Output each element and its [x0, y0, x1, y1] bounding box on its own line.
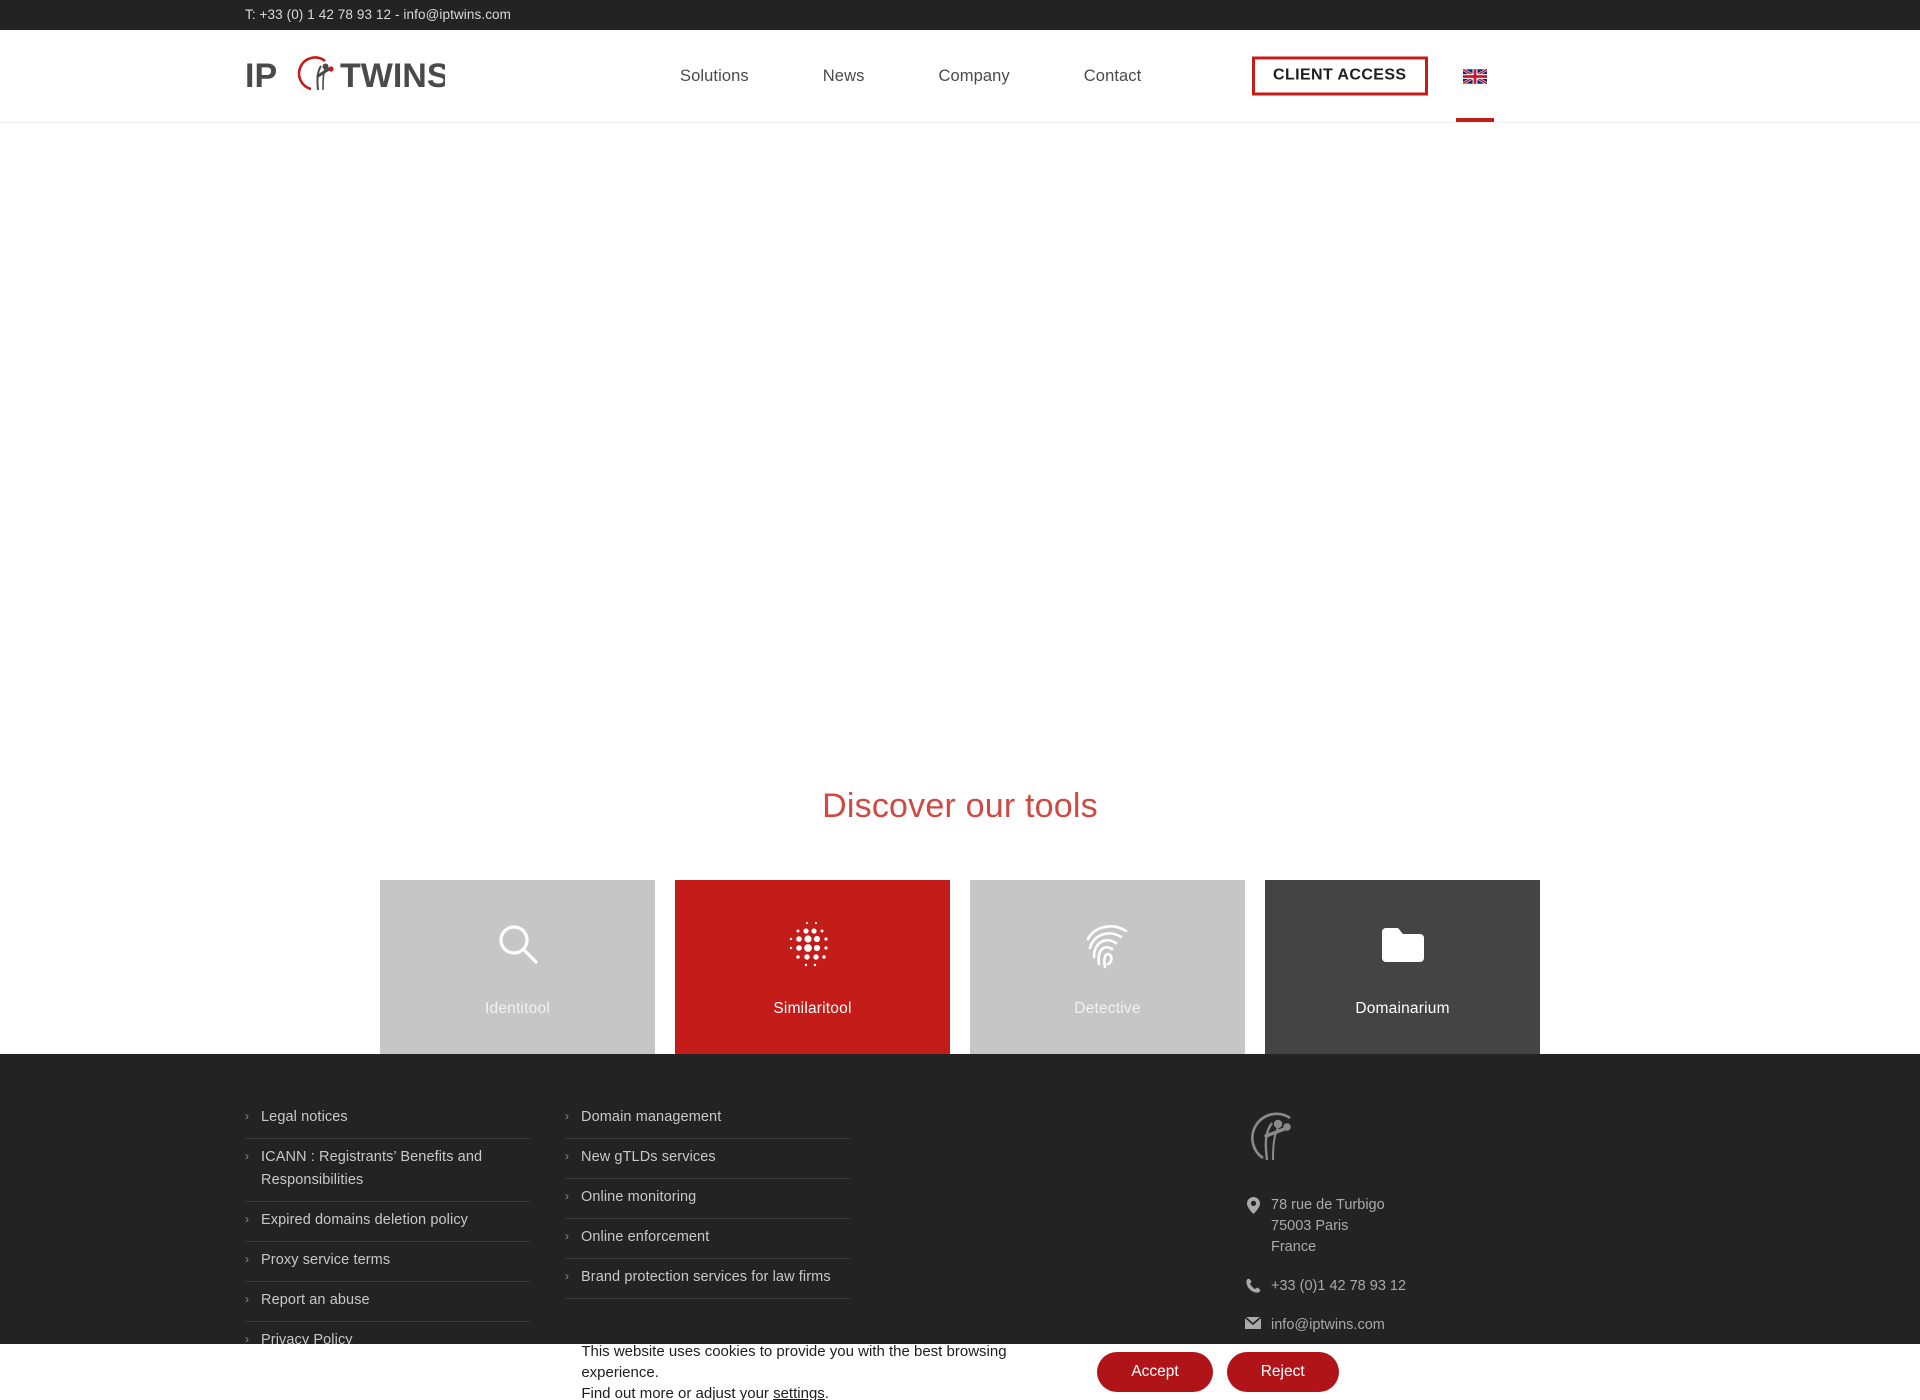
location-pin-icon [1243, 1195, 1263, 1214]
folder-icon [1378, 916, 1428, 974]
chevron-right-icon: › [565, 1229, 569, 1243]
footer-email[interactable]: info@iptwins.com [1243, 1315, 1573, 1336]
footer-link-new-gtlds-services[interactable]: › New gTLDs services [565, 1139, 850, 1179]
address-line-2: 75003 Paris [1271, 1218, 1349, 1234]
site-footer: › Legal notices › ICANN : Registrants’ B… [0, 1054, 1920, 1362]
cookie-consent-banner: This website uses cookies to provide you… [0, 1341, 1920, 1400]
site-logo[interactable]: IP TWINS [245, 30, 445, 122]
tool-label: Detective [1074, 1000, 1141, 1017]
footer-link-label: Proxy service terms [261, 1252, 391, 1268]
nav-item-company[interactable]: Company [938, 67, 1009, 86]
footer-spacer-column [885, 1106, 1170, 1362]
nav-item-contact[interactable]: Contact [1084, 67, 1142, 86]
footer-phone[interactable]: +33 (0)1 42 78 93 12 [1243, 1276, 1573, 1297]
footer-address: 78 rue de Turbigo 75003 Paris France [1243, 1195, 1573, 1258]
site-header: IP TWINS Solutions News Company Contact … [0, 30, 1920, 123]
fingerprint-icon [1082, 916, 1134, 974]
chevron-right-icon: › [245, 1212, 249, 1226]
tool-card-domainarium[interactable]: Domainarium [1265, 880, 1540, 1054]
footer-link-label: Brand protection services for law firms [581, 1269, 831, 1285]
halftone-dots-icon [786, 916, 840, 974]
cookie-settings-link[interactable]: settings [773, 1385, 825, 1400]
address-line-1: 78 rue de Turbigo [1271, 1197, 1385, 1213]
language-active-indicator [1456, 118, 1494, 122]
cookie-reject-button[interactable]: Reject [1226, 1351, 1339, 1393]
topbar-contact-text: T: +33 (0) 1 42 78 93 12 - info@iptwins.… [245, 7, 512, 22]
cookie-message-line2-suffix: . [824, 1384, 829, 1400]
svg-text:IP: IP [245, 57, 277, 95]
uk-flag-icon [1463, 68, 1487, 84]
address-line-3: France [1271, 1239, 1317, 1255]
footer-contact-column: 78 rue de Turbigo 75003 Paris France +33 (… [1243, 1106, 1573, 1362]
language-switcher[interactable] [1452, 30, 1498, 122]
footer-link-label: Report an abuse [261, 1292, 370, 1308]
svg-text:TWINS: TWINS [340, 57, 445, 95]
footer-link-report-an-abuse[interactable]: › Report an abuse [245, 1282, 530, 1322]
cookie-accept-button[interactable]: Accept [1097, 1351, 1213, 1393]
footer-link-online-monitoring[interactable]: › Online monitoring [565, 1179, 850, 1219]
footer-links-column-2: › Domain management › New gTLDs services… [565, 1106, 850, 1362]
hero-banner [0, 123, 1920, 763]
envelope-icon [1243, 1315, 1263, 1329]
client-access-button[interactable]: CLIENT ACCESS [1252, 56, 1428, 96]
chevron-right-icon: › [565, 1109, 569, 1123]
footer-link-label: Online monitoring [581, 1189, 697, 1205]
cookie-message: This website uses cookies to provide you… [581, 1341, 1071, 1400]
chevron-right-icon: › [565, 1269, 569, 1283]
footer-link-brand-protection-law-firms[interactable]: › Brand protection services for law firm… [565, 1259, 850, 1299]
chevron-right-icon: › [245, 1109, 249, 1123]
page-root: T: +33 (0) 1 42 78 93 12 - info@iptwins.… [0, 0, 1920, 1400]
footer-link-expired-domains[interactable]: › Expired domains deletion policy [245, 1202, 530, 1242]
tool-label: Similaritool [773, 1000, 852, 1017]
nav-item-news[interactable]: News [823, 67, 865, 86]
tool-card-detective[interactable]: Detective [970, 880, 1245, 1054]
footer-link-icann-registrants[interactable]: › ICANN : Registrants’ Benefits and Resp… [245, 1139, 530, 1202]
footer-link-label: Domain management [581, 1109, 722, 1125]
tool-label: Identitool [485, 1000, 550, 1017]
phone-icon [1243, 1276, 1263, 1293]
cookie-buttons: Accept Reject [1097, 1351, 1339, 1393]
tools-grid: Identitool Similaritool Detective Domain… [380, 880, 1540, 1054]
main-navigation: Solutions News Company Contact [680, 30, 1141, 122]
footer-link-label: Online enforcement [581, 1229, 710, 1245]
tool-card-identitool[interactable]: Identitool [380, 880, 655, 1054]
nav-item-solutions[interactable]: Solutions [680, 67, 749, 86]
chevron-right-icon: › [245, 1149, 249, 1163]
tool-card-similaritool[interactable]: Similaritool [675, 880, 950, 1054]
footer-link-label: ICANN : Registrants’ Benefits and Respon… [261, 1149, 483, 1188]
footer-logo-mark [1243, 1106, 1573, 1173]
footer-link-label: New gTLDs services [581, 1149, 716, 1165]
iptwins-logo-icon: IP TWINS [245, 56, 445, 95]
top-contact-bar: T: +33 (0) 1 42 78 93 12 - info@iptwins.… [0, 0, 1920, 30]
chevron-right-icon: › [565, 1149, 569, 1163]
footer-link-domain-management[interactable]: › Domain management [565, 1106, 850, 1139]
magnifier-icon [493, 916, 543, 974]
chevron-right-icon: › [245, 1292, 249, 1306]
footer-link-proxy-service-terms[interactable]: › Proxy service terms [245, 1242, 530, 1282]
footer-links-column-1: › Legal notices › ICANN : Registrants’ B… [245, 1106, 530, 1362]
tools-section: Discover our tools Identitool Similarito… [0, 763, 1920, 1054]
tool-label: Domainarium [1355, 1000, 1450, 1017]
cookie-message-line2-prefix: Find out more or adjust your [581, 1384, 774, 1400]
footer-address-text: 78 rue de Turbigo 75003 Paris France [1271, 1195, 1385, 1258]
tools-section-title: Discover our tools [822, 787, 1098, 825]
footer-link-online-enforcement[interactable]: › Online enforcement [565, 1219, 850, 1259]
footer-link-label: Legal notices [261, 1109, 348, 1125]
chevron-right-icon: › [245, 1252, 249, 1266]
cookie-message-line1: This website uses cookies to provide you… [581, 1342, 1007, 1381]
chevron-right-icon: › [565, 1189, 569, 1203]
footer-email-text: info@iptwins.com [1271, 1317, 1385, 1333]
footer-link-legal-notices[interactable]: › Legal notices [245, 1106, 530, 1139]
footer-phone-text: +33 (0)1 42 78 93 12 [1271, 1278, 1407, 1294]
footer-link-label: Expired domains deletion policy [261, 1212, 469, 1228]
